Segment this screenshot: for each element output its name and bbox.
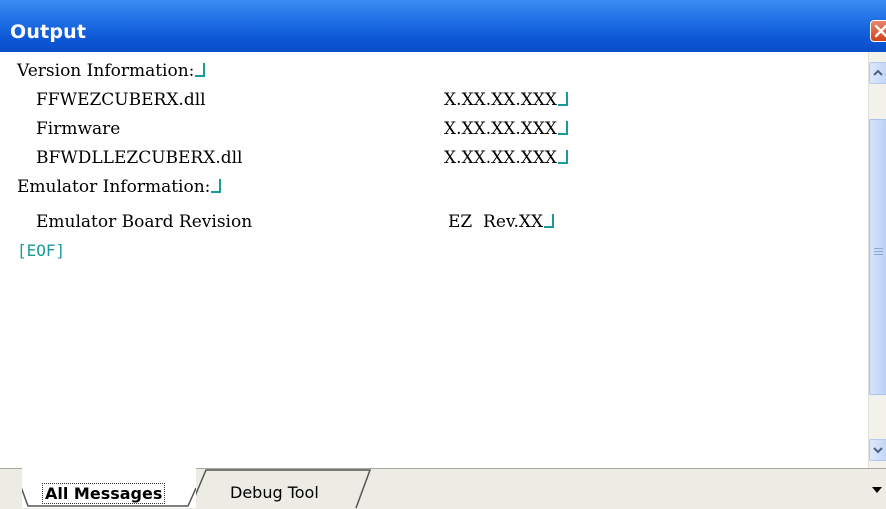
eol-marker-icon [544, 213, 556, 229]
output-value: X.XX.XX.XXX [444, 117, 570, 141]
chevron-up-icon [873, 69, 883, 76]
output-line: Firmware [36, 117, 120, 141]
output-line: BFWDLLEZCUBERX.dll [36, 146, 243, 170]
output-line: Emulator Information: [17, 175, 223, 199]
board-revision-name: Emulator Board Revision [36, 212, 253, 232]
tab-all-messages-label[interactable]: All Messages [42, 483, 166, 504]
output-line: FFWEZCUBERX.dll [36, 88, 206, 112]
tab-bar: All Messages Debug Tool [0, 468, 886, 509]
output-value: X.XX.XX.XXX [444, 146, 570, 170]
bfwdll-version: X.XX.XX.XXX [444, 148, 558, 168]
output-text-area[interactable]: Version Information: FFWEZCUBERX.dll X.X… [8, 52, 868, 468]
output-line: Emulator Board Revision [36, 210, 252, 234]
eof-marker: [EOF] [17, 241, 66, 260]
firmware-name: Firmware [36, 119, 121, 139]
close-icon [874, 24, 886, 38]
output-value: X.XX.XX.XXX [444, 88, 570, 112]
bfwdll-name: BFWDLLEZCUBERX.dll [36, 148, 243, 168]
firmware-version: X.XX.XX.XXX [444, 119, 558, 139]
scroll-up-button[interactable] [869, 62, 886, 84]
eol-marker-icon [195, 62, 207, 78]
output-line: [EOF] [17, 239, 65, 263]
eol-marker-icon [211, 178, 223, 194]
output-window: Output Version Information: FFWEZCUBERX.… [0, 0, 886, 509]
dll-version: X.XX.XX.XXX [444, 90, 558, 110]
tab-debug-tool-label[interactable]: Debug Tool [230, 483, 319, 502]
close-button[interactable] [870, 20, 886, 42]
grip-icon [874, 248, 883, 256]
eol-marker-icon [558, 149, 570, 165]
title-bar[interactable]: Output [0, 0, 886, 52]
dropdown-arrow-icon[interactable] [872, 487, 882, 493]
board-revision-value: EZ Rev.XX [448, 212, 544, 232]
chevron-down-icon [873, 447, 883, 454]
window-title: Output [10, 21, 87, 43]
scroll-thumb[interactable] [869, 119, 886, 395]
output-line: Version Information: [17, 59, 207, 83]
version-heading: Version Information: [17, 61, 195, 81]
eol-marker-icon [558, 91, 570, 107]
eol-marker-icon [558, 120, 570, 136]
output-value: EZ Rev.XX [448, 210, 556, 234]
emulator-heading: Emulator Information: [17, 177, 211, 197]
vertical-scrollbar[interactable] [868, 52, 886, 468]
dll-name: FFWEZCUBERX.dll [36, 90, 206, 110]
scroll-down-button[interactable] [869, 439, 886, 461]
